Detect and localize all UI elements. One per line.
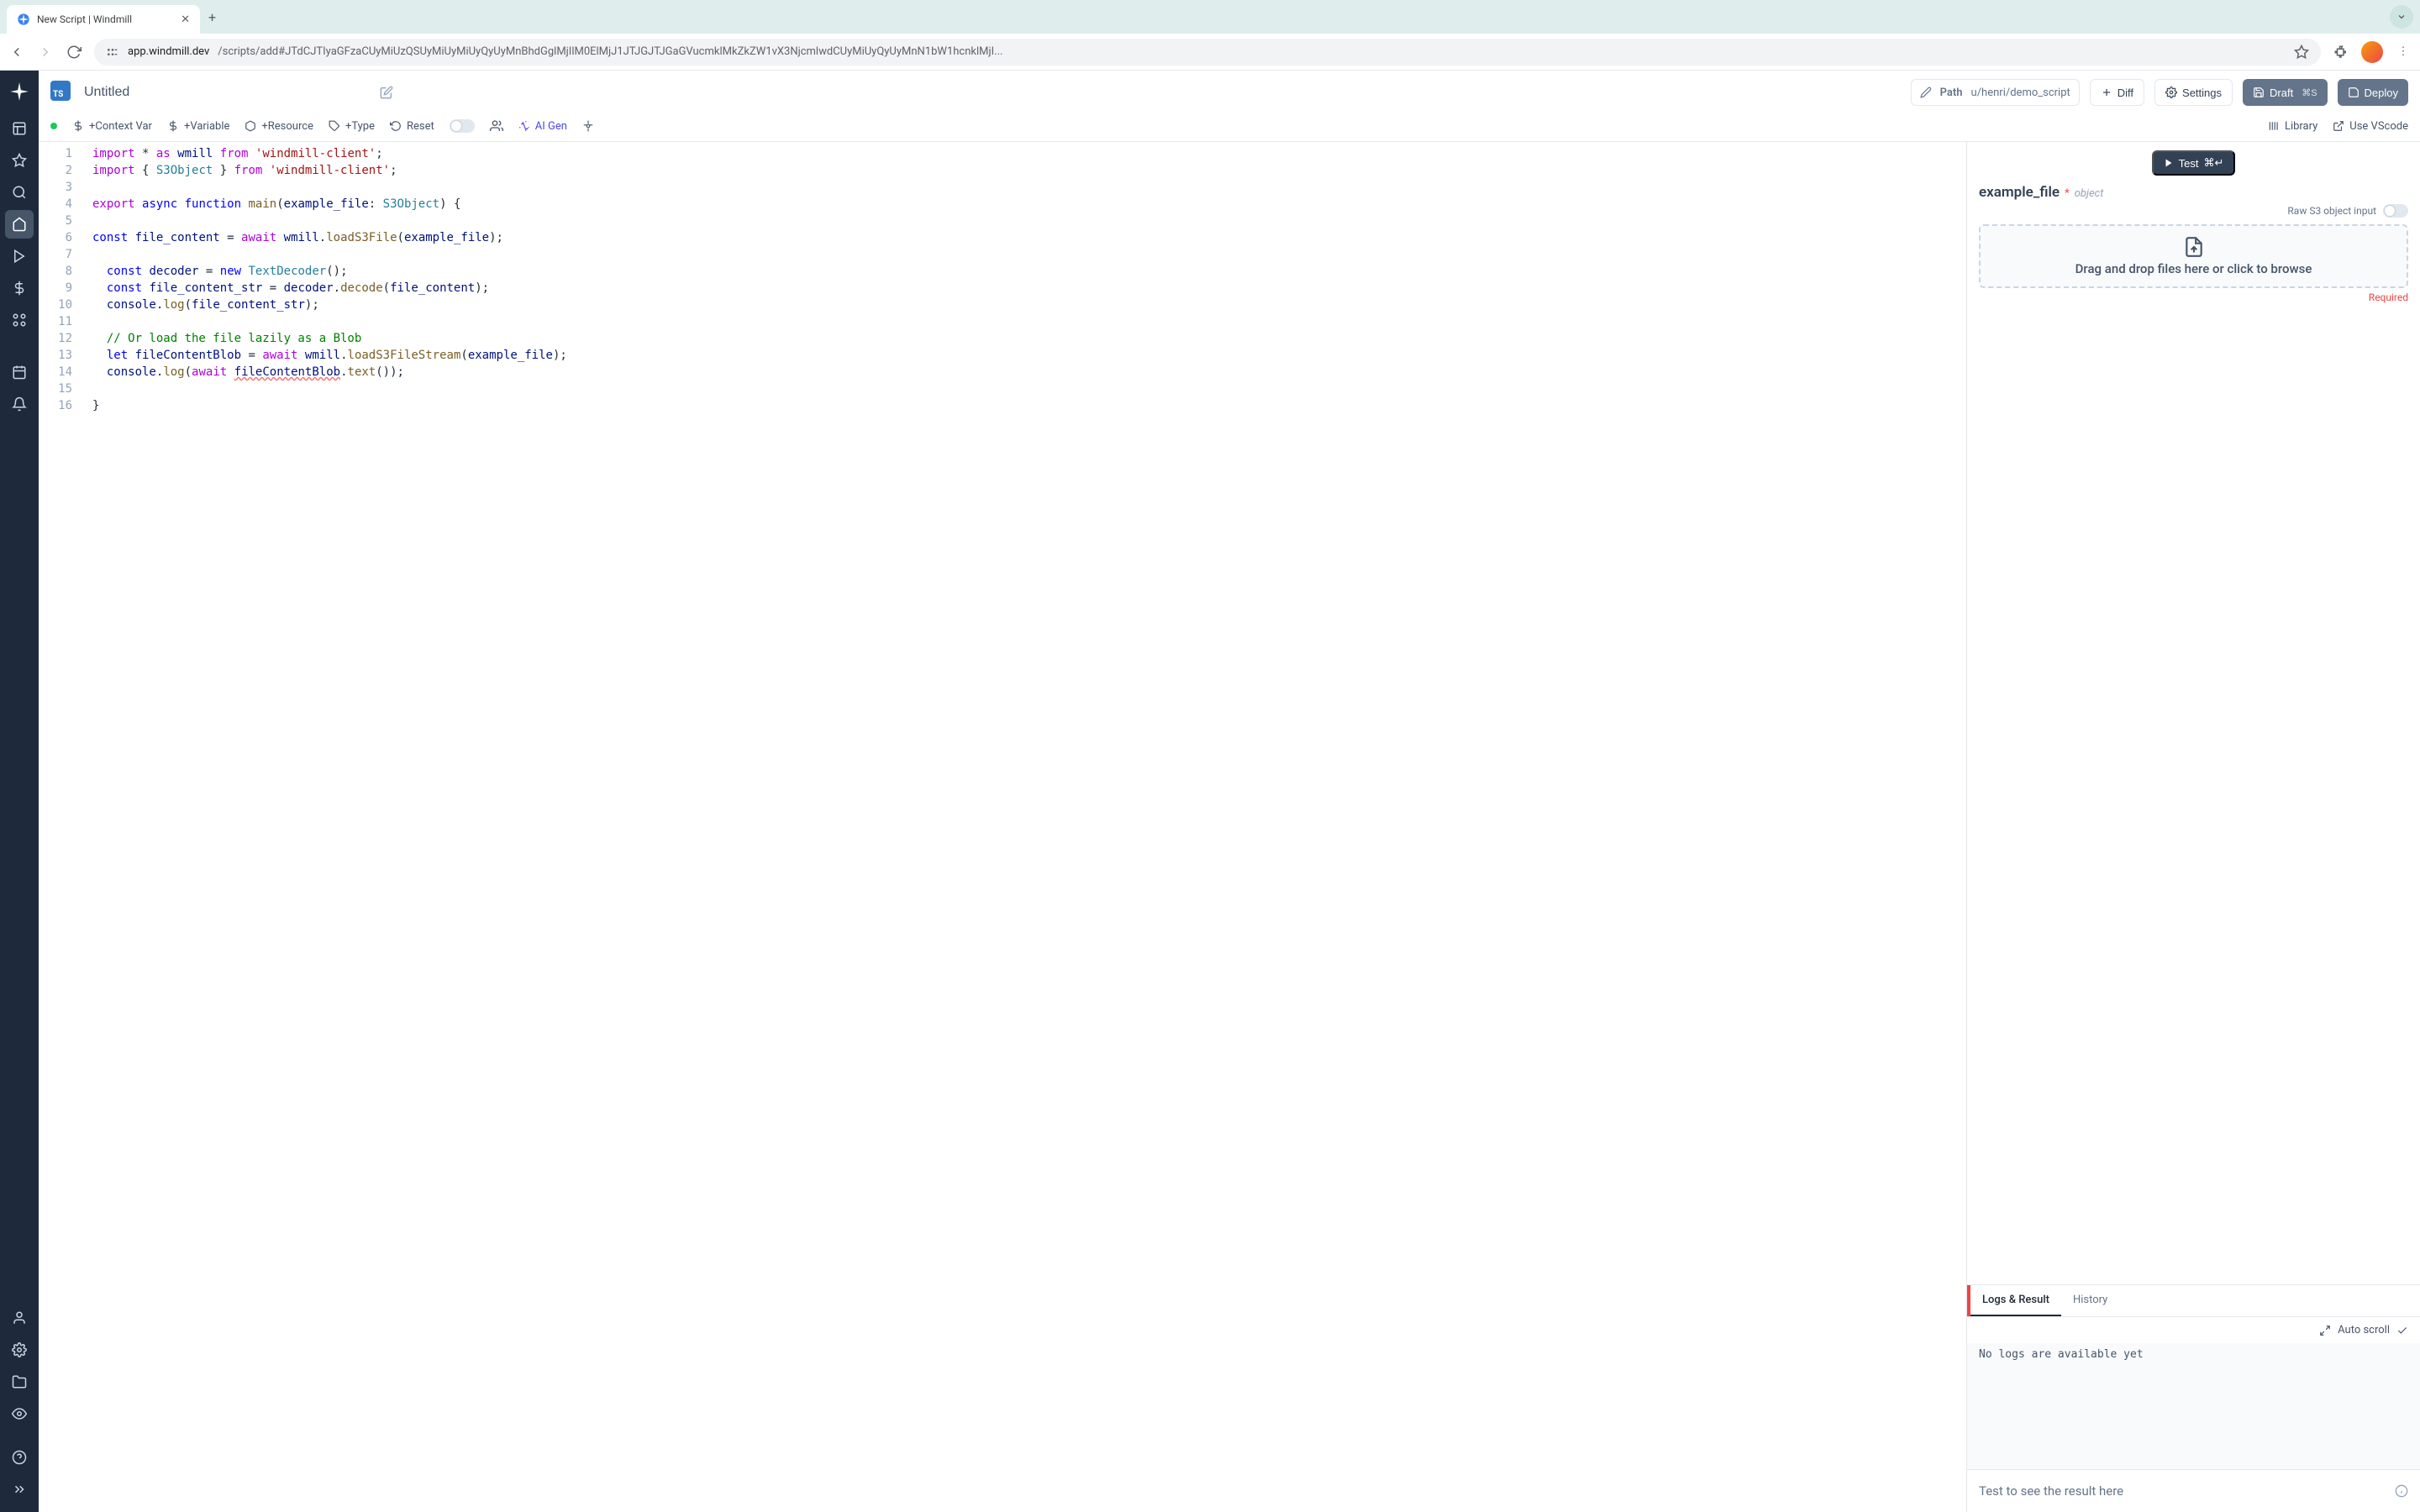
collab-icon[interactable]: [490, 119, 503, 133]
raw-s3-label: Raw S3 object input: [2287, 205, 2376, 217]
dollar-icon: [167, 120, 179, 132]
editor-settings-icon[interactable]: [582, 120, 594, 132]
add-type-button[interactable]: +Type: [329, 120, 375, 133]
browser-tab[interactable]: New Script | Windmill ✕: [7, 5, 200, 34]
gear-icon: [2165, 87, 2177, 98]
draft-button[interactable]: Draft ⌘S: [2243, 79, 2328, 106]
sidebar-triggers-icon[interactable]: [5, 390, 34, 418]
sidebar-runs-icon[interactable]: [5, 242, 34, 270]
gear-icon: [582, 120, 594, 132]
browser-menu-icon[interactable]: ⋮: [2395, 45, 2412, 58]
tab-logs-result[interactable]: Logs & Result: [1970, 1285, 2061, 1316]
profile-avatar[interactable]: [2361, 41, 2383, 63]
sidebar-search-icon[interactable]: [5, 178, 34, 207]
browser-toolbar: app.windmill.dev/scripts/add#JTdCJTIyaGF…: [0, 34, 2420, 71]
check-icon[interactable]: [2396, 1325, 2408, 1336]
tag-icon: [329, 120, 340, 132]
edit-title-icon[interactable]: [380, 86, 393, 99]
sidebar-schedules-icon[interactable]: [5, 358, 34, 386]
expand-icon[interactable]: [2319, 1325, 2331, 1336]
arg-type: object: [2075, 187, 2104, 200]
reset-icon: [390, 120, 402, 132]
code-editor[interactable]: 12345678910111213141516 import * as wmil…: [39, 142, 1966, 1512]
extensions-icon[interactable]: [2333, 45, 2349, 60]
required-star: *: [2065, 187, 2070, 200]
sidebar-workspace-icon[interactable]: [5, 114, 34, 143]
external-link-icon: [2333, 120, 2344, 132]
file-upload-icon: [2183, 236, 2205, 258]
windmill-favicon-icon: [17, 13, 30, 26]
add-resource-button[interactable]: +Resource: [245, 120, 313, 133]
sidebar-folders-icon[interactable]: [5, 1368, 34, 1396]
reload-button[interactable]: [66, 45, 82, 60]
editor-toolbar: +Context Var +Variable +Resource +Type R…: [39, 114, 2420, 142]
close-icon[interactable]: ✕: [181, 13, 190, 26]
sidebar-expand-icon[interactable]: [5, 1475, 34, 1504]
url-path: /scripts/add#JTdCJTIyaGFzaCUyMiUzQSUyMiU…: [218, 45, 1002, 58]
plus-icon: [2101, 87, 2112, 98]
ai-gen-button[interactable]: AI Gen: [518, 120, 567, 133]
address-bar[interactable]: app.windmill.dev/scripts/add#JTdCJTIyaGF…: [94, 39, 2321, 66]
forward-button[interactable]: [37, 45, 54, 60]
diff-button[interactable]: Diff: [2090, 79, 2144, 106]
auto-scroll-label: Auto scroll: [2338, 1324, 2390, 1336]
arg-name: example_file: [1979, 184, 2060, 201]
code-content[interactable]: import * as wmill from 'windmill-client'…: [84, 142, 576, 1512]
script-header: TS Path u/henri/demo_script Diff Setting…: [39, 71, 2420, 114]
windmill-logo-icon[interactable]: [7, 79, 32, 104]
app-sidebar: [0, 71, 39, 1512]
status-dot-icon: [50, 123, 57, 129]
add-variable-button[interactable]: +Variable: [167, 120, 229, 133]
wand-icon: [518, 120, 530, 132]
sidebar-resources-icon[interactable]: [5, 306, 34, 334]
pencil-icon: [1920, 87, 1932, 98]
logs-output: No logs are available yet: [1967, 1343, 2420, 1469]
path-display[interactable]: Path u/henri/demo_script: [1911, 79, 2080, 106]
test-button[interactable]: Test ⌘↵: [2152, 150, 2236, 176]
url-host: app.windmill.dev: [128, 45, 209, 58]
browser-tabstrip: New Script | Windmill ✕ +: [0, 0, 2420, 34]
info-icon[interactable]: [2395, 1484, 2408, 1498]
sidebar-home-icon[interactable]: [5, 210, 34, 239]
line-gutter: 12345678910111213141516: [39, 142, 84, 1512]
right-panel: Test ⌘↵ example_file * object Raw S3 obje…: [1966, 142, 2420, 1512]
assistant-toggle[interactable]: [450, 119, 475, 133]
bookmark-icon[interactable]: [2294, 45, 2309, 60]
sidebar-variables-icon[interactable]: [5, 274, 34, 302]
browser-tab-title: New Script | Windmill: [37, 13, 132, 25]
path-label: Path: [1940, 87, 1963, 99]
script-title-input[interactable]: [84, 85, 370, 100]
add-context-var-button[interactable]: +Context Var: [72, 120, 152, 133]
sidebar-help-icon[interactable]: [5, 1443, 34, 1472]
deploy-button[interactable]: Deploy: [2338, 79, 2408, 106]
reset-button[interactable]: Reset: [390, 120, 434, 133]
result-placeholder: Test to see the result here: [1979, 1483, 2123, 1499]
use-vscode-button[interactable]: Use VScode: [2333, 120, 2408, 133]
dollar-icon: [72, 120, 84, 132]
typescript-badge-icon: TS: [50, 81, 74, 104]
required-label: Required: [1979, 291, 2408, 303]
box-icon: [245, 120, 256, 132]
play-icon: [2164, 158, 2174, 168]
new-tab-button[interactable]: +: [208, 9, 216, 25]
result-area: Test to see the result here: [1967, 1469, 2420, 1512]
back-button[interactable]: [8, 45, 25, 60]
tabs-dropdown-button[interactable]: [2390, 5, 2413, 29]
file-dropzone[interactable]: Drag and drop files here or click to bro…: [1979, 224, 2408, 288]
raw-s3-toggle[interactable]: [2383, 204, 2408, 218]
deploy-icon: [2348, 87, 2360, 98]
save-icon: [2253, 87, 2265, 98]
library-button[interactable]: Library: [2268, 120, 2317, 133]
sidebar-audit-icon[interactable]: [5, 1399, 34, 1428]
site-settings-icon[interactable]: [106, 45, 119, 59]
result-tabs: Logs & Result History: [1967, 1284, 2420, 1317]
library-icon: [2268, 120, 2280, 132]
path-value: u/henri/demo_script: [1971, 87, 2070, 99]
dropzone-text: Drag and drop files here or click to bro…: [2075, 261, 2312, 276]
tab-history[interactable]: History: [2061, 1285, 2119, 1316]
settings-button[interactable]: Settings: [2154, 79, 2233, 106]
sidebar-settings-icon[interactable]: [5, 1336, 34, 1364]
sidebar-users-icon[interactable]: [5, 1304, 34, 1332]
sidebar-star-icon[interactable]: [5, 146, 34, 175]
